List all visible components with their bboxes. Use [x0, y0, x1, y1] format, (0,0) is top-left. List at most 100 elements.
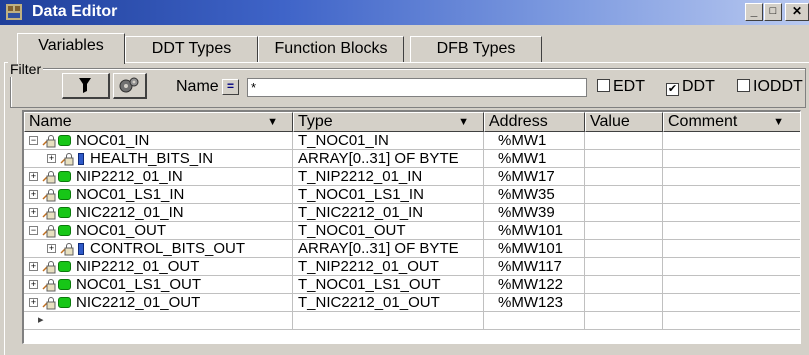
- address-cell[interactable]: %MW101: [484, 222, 585, 240]
- ddt-checkbox[interactable]: ✔ DDT: [666, 78, 715, 96]
- table-row[interactable]: T_NOC01_LS1_OUT %MW122 + NOC01_LS1_OUT: [24, 276, 800, 294]
- comment-cell[interactable]: [663, 150, 800, 168]
- comment-cell[interactable]: [663, 276, 800, 294]
- expand-icon[interactable]: +: [29, 208, 38, 217]
- comment-cell[interactable]: [663, 168, 800, 186]
- address-cell[interactable]: [484, 312, 585, 330]
- column-header-value-label: Value: [590, 113, 630, 130]
- close-button[interactable]: ✕: [785, 3, 809, 21]
- filter-settings-button[interactable]: [113, 73, 147, 99]
- edt-checkbox-box[interactable]: [597, 79, 610, 92]
- tab-ddt-types[interactable]: DDT Types: [125, 36, 258, 62]
- address-cell[interactable]: %MW123: [484, 294, 585, 312]
- address-cell[interactable]: %MW117: [484, 258, 585, 276]
- expand-icon[interactable]: +: [29, 280, 38, 289]
- value-cell[interactable]: [585, 258, 663, 276]
- value-cell[interactable]: [585, 240, 663, 258]
- name-operator-button[interactable]: =: [222, 79, 239, 95]
- address-cell[interactable]: %MW122: [484, 276, 585, 294]
- variables-grid[interactable]: Name ▼ Type ▼ Address Value Comment ▼ T_…: [22, 110, 801, 344]
- comment-cell[interactable]: [663, 222, 800, 240]
- address-cell[interactable]: %MW35: [484, 186, 585, 204]
- column-header-comment[interactable]: Comment ▼: [663, 112, 800, 132]
- apply-filter-button[interactable]: [62, 73, 110, 99]
- type-cell[interactable]: ARRAY[0..31] OF BYTE: [293, 150, 484, 168]
- comment-cell[interactable]: [663, 240, 800, 258]
- expand-icon[interactable]: +: [29, 298, 38, 307]
- tab-dfb-types[interactable]: DFB Types: [410, 36, 542, 62]
- type-cell[interactable]: T_NIP2212_01_IN: [293, 168, 484, 186]
- value-cell[interactable]: [585, 204, 663, 222]
- table-row[interactable]: T_NIC2212_01_IN %MW39 + NIC2212_01_IN: [24, 204, 800, 222]
- sort-dropdown-icon[interactable]: ▼: [458, 113, 469, 131]
- address-cell[interactable]: %MW17: [484, 168, 585, 186]
- value-cell[interactable]: [585, 312, 663, 330]
- new-row[interactable]: ▸: [24, 312, 800, 330]
- address-cell[interactable]: %MW101: [484, 240, 585, 258]
- comment-cell[interactable]: [663, 312, 800, 330]
- array-icon: [78, 153, 84, 165]
- table-row[interactable]: T_NIC2212_01_OUT %MW123 + NIC2212_01_OUT: [24, 294, 800, 312]
- type-cell[interactable]: T_NIC2212_01_OUT: [293, 294, 484, 312]
- value-cell[interactable]: [585, 222, 663, 240]
- table-row[interactable]: T_NOC01_IN %MW1 − NOC01_IN: [24, 132, 800, 150]
- name-cell[interactable]: [24, 312, 293, 330]
- new-row-arrow-icon[interactable]: ▸: [38, 312, 44, 329]
- expand-icon[interactable]: +: [29, 172, 38, 181]
- table-row[interactable]: ARRAY[0..31] OF BYTE %MW101 + CONTROL_BITS_…: [24, 240, 800, 258]
- expand-icon[interactable]: +: [47, 154, 56, 163]
- value-cell[interactable]: [585, 294, 663, 312]
- ddt-checkbox-box[interactable]: ✔: [666, 83, 679, 96]
- ddt-variable-icon: [58, 279, 71, 290]
- comment-cell[interactable]: [663, 204, 800, 222]
- ioddt-checkbox-box[interactable]: [737, 79, 750, 92]
- column-header-name[interactable]: Name ▼: [24, 112, 293, 132]
- table-row[interactable]: ARRAY[0..31] OF BYTE %MW1 + HEALTH_BITS_IN: [24, 150, 800, 168]
- table-row[interactable]: T_NOC01_OUT %MW101 − NOC01_OUT: [24, 222, 800, 240]
- tab-variables[interactable]: Variables: [17, 33, 125, 64]
- address-cell[interactable]: %MW1: [484, 150, 585, 168]
- address-cell[interactable]: %MW1: [484, 132, 585, 150]
- variable-name: NIC2212_01_IN: [76, 204, 184, 221]
- sort-dropdown-icon[interactable]: ▼: [773, 113, 784, 131]
- type-cell[interactable]: T_NOC01_LS1_OUT: [293, 276, 484, 294]
- type-cell[interactable]: T_NIC2212_01_IN: [293, 204, 484, 222]
- edt-checkbox[interactable]: EDT: [597, 78, 645, 96]
- comment-cell[interactable]: [663, 132, 800, 150]
- type-cell[interactable]: T_NOC01_OUT: [293, 222, 484, 240]
- column-header-address[interactable]: Address: [484, 112, 585, 132]
- ioddt-checkbox[interactable]: IODDT: [737, 78, 803, 96]
- column-header-value[interactable]: Value: [585, 112, 663, 132]
- collapse-icon[interactable]: −: [29, 226, 38, 235]
- table-row[interactable]: T_NIP2212_01_OUT %MW117 + NIP2212_01_OUT: [24, 258, 800, 276]
- type-cell[interactable]: ARRAY[0..31] OF BYTE: [293, 240, 484, 258]
- variable-name: NOC01_LS1_OUT: [76, 276, 202, 293]
- comment-cell[interactable]: [663, 294, 800, 312]
- lock-icon: [42, 261, 56, 274]
- comment-cell[interactable]: [663, 186, 800, 204]
- value-cell[interactable]: [585, 276, 663, 294]
- type-cell[interactable]: T_NOC01_LS1_IN: [293, 186, 484, 204]
- table-row[interactable]: T_NOC01_LS1_IN %MW35 + NOC01_LS1_IN: [24, 186, 800, 204]
- title-bar[interactable]: Data Editor _ □ ✕: [0, 0, 809, 25]
- maximize-button[interactable]: □: [764, 3, 782, 21]
- value-cell[interactable]: [585, 186, 663, 204]
- expand-icon[interactable]: +: [29, 190, 38, 199]
- type-cell[interactable]: [293, 312, 484, 330]
- address-cell[interactable]: %MW39: [484, 204, 585, 222]
- value-cell[interactable]: [585, 150, 663, 168]
- type-cell[interactable]: T_NOC01_IN: [293, 132, 484, 150]
- collapse-icon[interactable]: −: [29, 136, 38, 145]
- expand-icon[interactable]: +: [29, 262, 38, 271]
- expand-icon[interactable]: +: [47, 244, 56, 253]
- sort-dropdown-icon[interactable]: ▼: [267, 113, 278, 131]
- value-cell[interactable]: [585, 168, 663, 186]
- value-cell[interactable]: [585, 132, 663, 150]
- tab-function-blocks[interactable]: Function Blocks: [258, 36, 404, 62]
- column-header-type[interactable]: Type ▼: [293, 112, 484, 132]
- name-filter-input[interactable]: [247, 78, 587, 97]
- comment-cell[interactable]: [663, 258, 800, 276]
- table-row[interactable]: T_NIP2212_01_IN %MW17 + NIP2212_01_IN: [24, 168, 800, 186]
- type-cell[interactable]: T_NIP2212_01_OUT: [293, 258, 484, 276]
- minimize-button[interactable]: _: [745, 3, 763, 21]
